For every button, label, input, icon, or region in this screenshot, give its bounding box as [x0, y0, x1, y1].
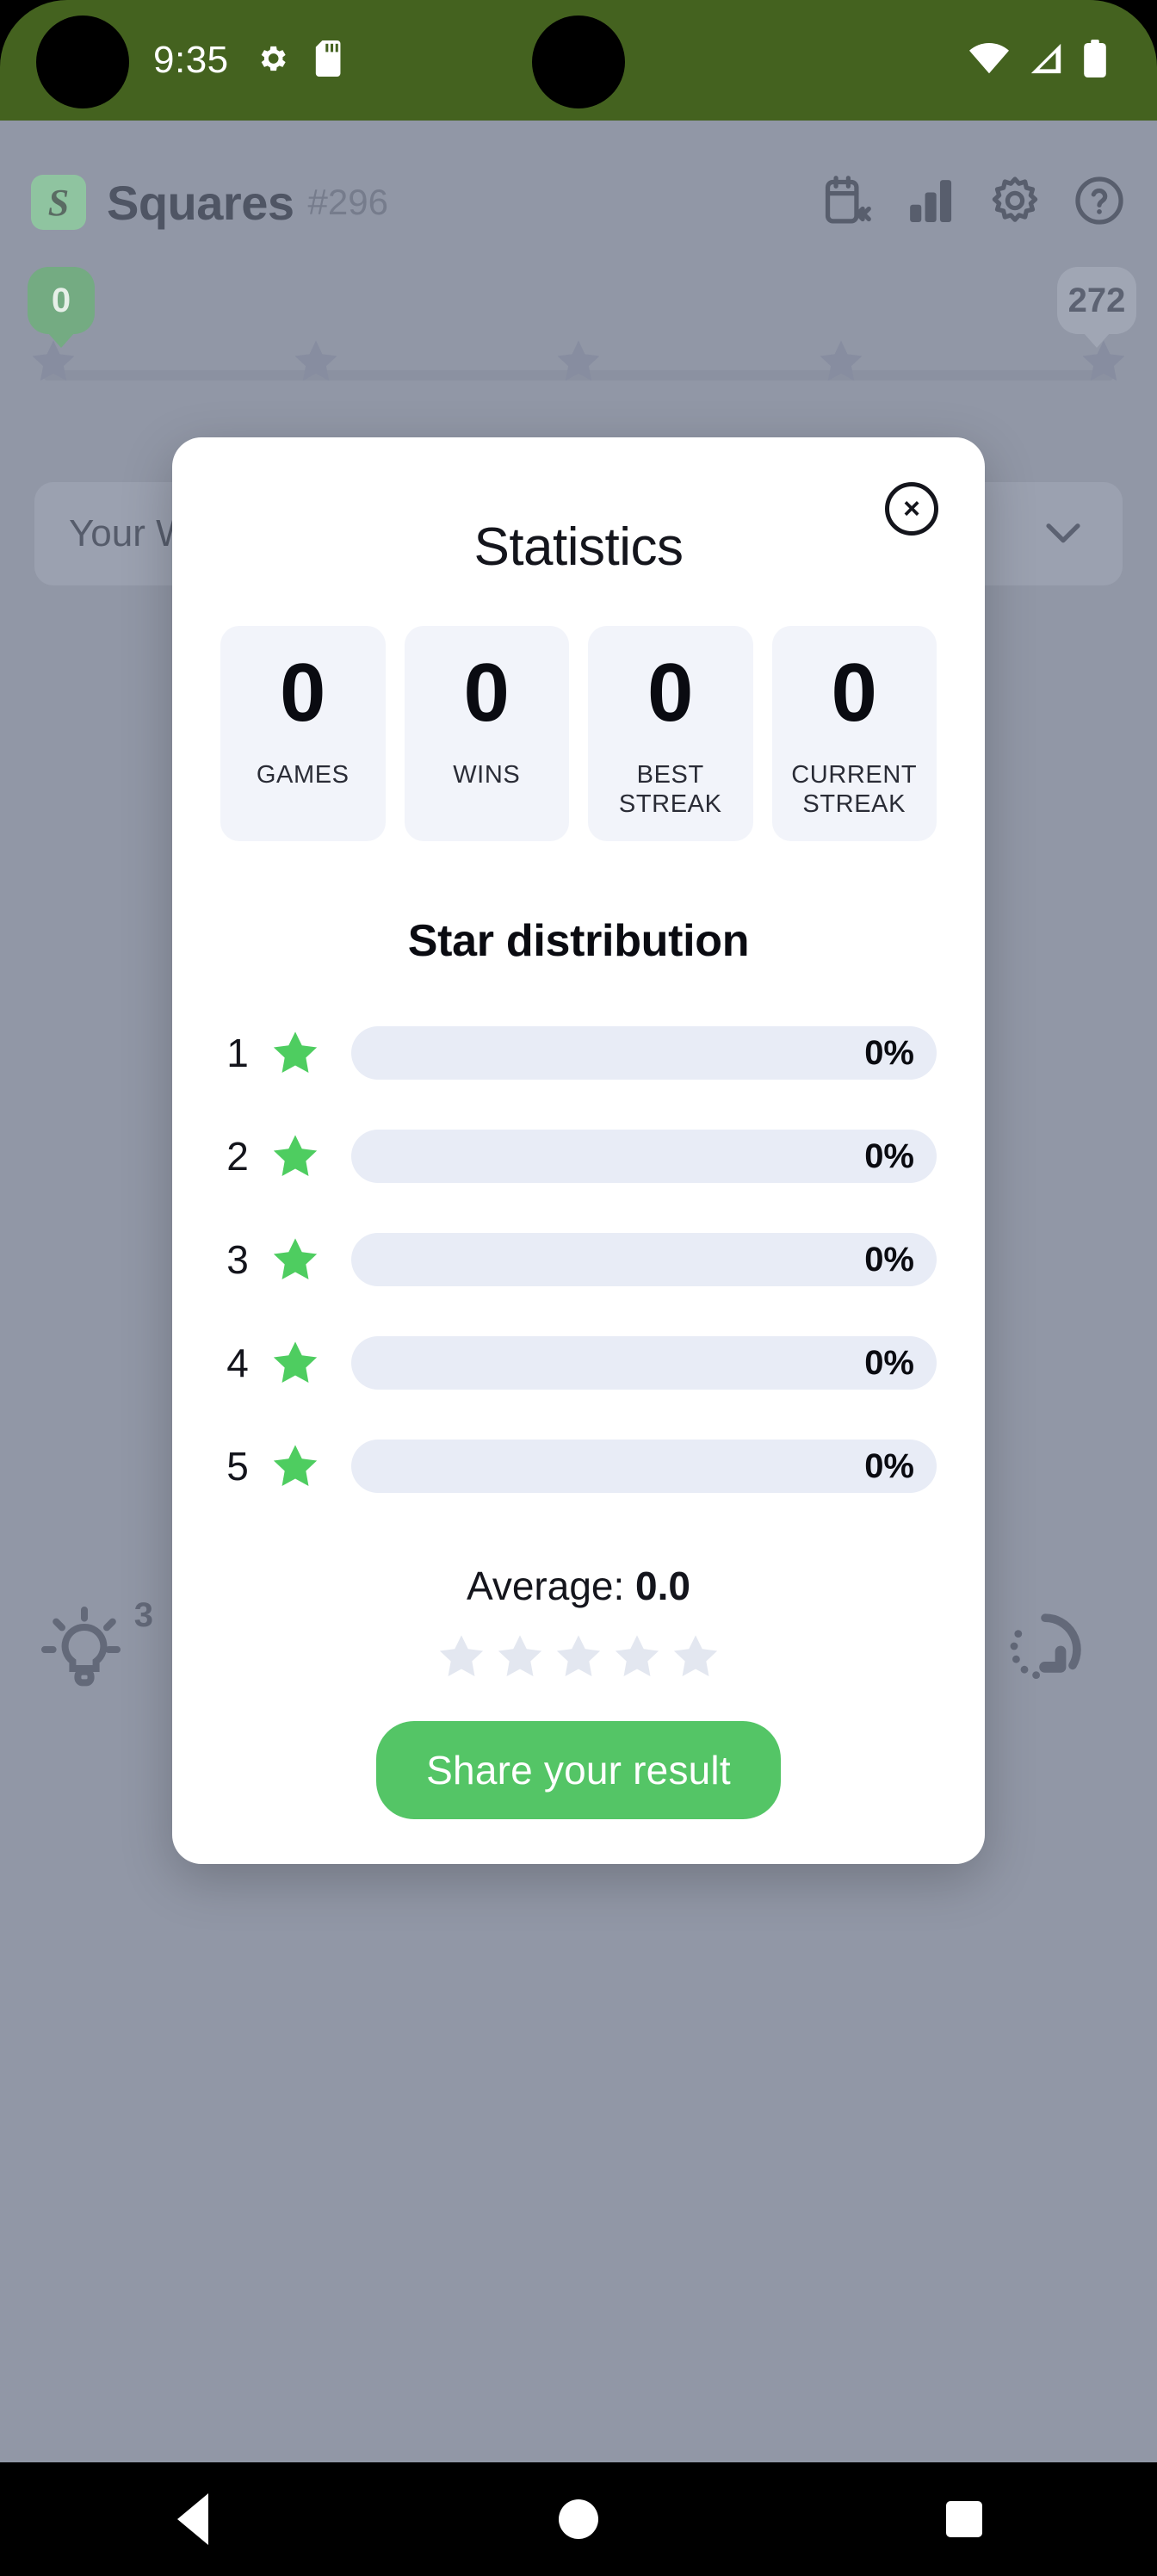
puzzle-number: #296: [307, 182, 388, 222]
star-icon: [270, 1235, 320, 1285]
star-icon: [294, 340, 337, 381]
star-icon: [556, 1635, 601, 1677]
star-icon: [32, 340, 75, 381]
modal-title: Statistics: [473, 517, 684, 577]
distribution-bar: 0%: [351, 1026, 937, 1081]
distribution-percent: 0%: [864, 1446, 914, 1485]
distribution-row: 5 0%: [220, 1415, 937, 1518]
status-clock: 9:35: [153, 39, 229, 81]
gear-icon[interactable]: [988, 174, 1042, 232]
stat-label: CURRENT STREAK: [791, 761, 918, 819]
status-indicators: [969, 0, 1107, 121]
star-icon: [270, 1028, 320, 1078]
star-icon: [270, 1338, 320, 1388]
stat-label: GAMES: [256, 761, 350, 789]
camera-cutout-center: [532, 15, 625, 108]
stat-cards: 0 GAMES 0 WINS 0 BEST STREAK 0 CURRENT S…: [220, 626, 937, 842]
star-icon: [498, 1635, 542, 1677]
device-screen: 9:35 S Squares #296 0 272 Your W 3 × Sta…: [0, 0, 1157, 2576]
help-icon[interactable]: [1073, 174, 1126, 232]
progress-star-markers: [29, 337, 1128, 386]
home-circle-icon: [559, 2499, 598, 2539]
nav-home-button[interactable]: [501, 2462, 656, 2576]
wifi-icon: [969, 41, 1009, 80]
distribution-row: 3 0%: [220, 1208, 937, 1311]
progress-total-value: 272: [1067, 281, 1126, 319]
reset-button[interactable]: [997, 1601, 1117, 1722]
distribution-bar: 0%: [351, 1130, 937, 1184]
close-button[interactable]: ×: [885, 482, 938, 536]
stat-card-games: 0 GAMES: [220, 626, 386, 842]
average-value: 0.0: [635, 1564, 690, 1609]
stat-value: 0: [463, 647, 510, 739]
star-distribution-list: 1 0% 2 0% 3 0% 4 0% 5 0%: [220, 1001, 937, 1518]
star-icon: [1082, 340, 1125, 381]
distribution-bar: 0%: [351, 1233, 937, 1287]
back-triangle-icon: [177, 2493, 208, 2545]
progress-current-value: 0: [51, 281, 71, 319]
distribution-bar: 0%: [351, 1440, 937, 1494]
sd-card-icon: [315, 40, 346, 81]
distribution-row: 2 0%: [220, 1105, 937, 1208]
distribution-row: 4 0%: [220, 1311, 937, 1415]
star-icon: [270, 1131, 320, 1181]
recents-square-icon: [946, 2501, 982, 2537]
battery-icon: [1083, 39, 1107, 82]
distribution-bar: 0%: [351, 1336, 937, 1390]
app-logo: S: [31, 175, 86, 230]
stat-value: 0: [831, 647, 877, 739]
nav-recents-button[interactable]: [887, 2462, 1042, 2576]
star-icon: [557, 340, 600, 381]
close-icon: ×: [903, 492, 920, 525]
stat-card-current-streak: 0 CURRENT STREAK: [771, 626, 937, 842]
hint-button[interactable]: 3: [36, 1596, 157, 1722]
distribution-star-count: 2: [226, 1134, 249, 1180]
stat-value: 0: [280, 647, 326, 739]
distribution-percent: 0%: [864, 1136, 914, 1175]
cellular-signal-icon: [1028, 41, 1064, 80]
statistics-modal: × Statistics 0 GAMES 0 WINS 0 BEST STREA…: [172, 437, 985, 1865]
distribution-percent: 0%: [864, 1343, 914, 1382]
distribution-row: 1 0%: [220, 1001, 937, 1105]
stat-card-wins: 0 WINS: [404, 626, 569, 842]
chevron-down-icon[interactable]: [1038, 507, 1088, 561]
distribution-percent: 0%: [864, 1033, 914, 1072]
distribution-percent: 0%: [864, 1240, 914, 1279]
progress-area: 0 272: [0, 267, 1157, 422]
app-header: S Squares #296: [0, 146, 1157, 258]
star-icon: [439, 1635, 484, 1677]
average-star-rating: [220, 1632, 937, 1681]
star-icon: [615, 1635, 659, 1677]
star-icon: [673, 1635, 718, 1677]
distribution-star-count: 3: [226, 1237, 249, 1283]
camera-cutout-left: [36, 15, 129, 108]
average-line: Average: 0.0: [220, 1563, 937, 1609]
restart-icon: [997, 1613, 1093, 1701]
hint-bulb-icon: [36, 1607, 133, 1701]
nav-back-button[interactable]: [115, 2462, 270, 2576]
bar-chart-icon[interactable]: [904, 174, 957, 232]
stat-card-best-streak: 0 BEST STREAK: [588, 626, 753, 842]
app-title: Squares: [107, 175, 294, 230]
gear-icon: [255, 41, 289, 80]
star-icon: [270, 1441, 320, 1491]
archive-calendar-icon[interactable]: [820, 174, 873, 232]
stat-label: BEST STREAK: [618, 761, 722, 819]
stat-value: 0: [647, 647, 694, 739]
share-result-button[interactable]: Share your result: [376, 1721, 781, 1820]
distribution-star-count: 1: [226, 1031, 249, 1076]
distribution-star-count: 5: [226, 1444, 249, 1489]
progress-current-badge: 0: [28, 267, 95, 334]
star-icon: [820, 340, 863, 381]
android-nav-bar: [0, 2462, 1157, 2576]
status-bar: 9:35: [0, 0, 1157, 121]
stat-label: WINS: [453, 761, 521, 789]
distribution-star-count: 4: [226, 1341, 249, 1386]
hint-count-badge: 3: [133, 1596, 153, 1634]
average-label: Average:: [466, 1564, 636, 1609]
distribution-title: Star distribution: [407, 916, 750, 967]
progress-total-badge: 272: [1057, 267, 1136, 334]
